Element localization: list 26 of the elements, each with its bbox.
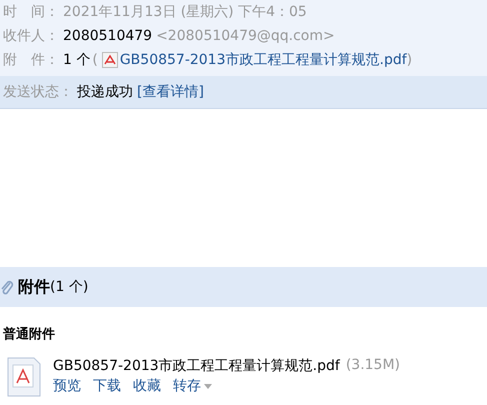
details-link[interactable]: [查看详情] <box>137 83 204 101</box>
action-link[interactable]: 预览 <box>53 377 81 395</box>
recipient-address: <2080510479@qq.com> <box>156 28 335 44</box>
caret-icon <box>204 384 212 388</box>
paperclip-icon <box>0 279 14 295</box>
attachment-link[interactable]: GB50857-2013市政工程工程量计算规范.pdf <box>120 51 407 69</box>
field-label: 附 件： <box>3 51 59 69</box>
action-link[interactable]: 下载 <box>93 377 121 395</box>
field-label: 时 间： <box>3 3 59 21</box>
paren-text: ) <box>406 52 412 68</box>
section-title: 普通附件 <box>2 326 56 344</box>
save-to-menu[interactable]: 转存 <box>173 377 212 395</box>
file-name: GB50857-2013市政工程工程量计算规范.pdf <box>53 357 340 375</box>
attachment-count: 1 个 <box>63 51 90 69</box>
attachments-count: (1 个) <box>50 278 88 296</box>
pdf-file-icon <box>7 357 41 397</box>
file-size: (3.15M) <box>346 357 400 375</box>
field-label: 收件人： <box>3 27 59 45</box>
attachments-title: 附件 <box>18 276 50 298</box>
date-text: 2021年11月13日 (星期六) 下午4：05 <box>63 3 307 21</box>
paren-text: ( <box>92 52 98 68</box>
pdf-icon <box>102 52 118 68</box>
action-link[interactable]: 收藏 <box>133 377 161 395</box>
status-value: 投递成功 <box>77 83 133 101</box>
recipient-name: 2080510479 <box>63 28 152 44</box>
status-label: 发送状态： <box>3 83 73 101</box>
